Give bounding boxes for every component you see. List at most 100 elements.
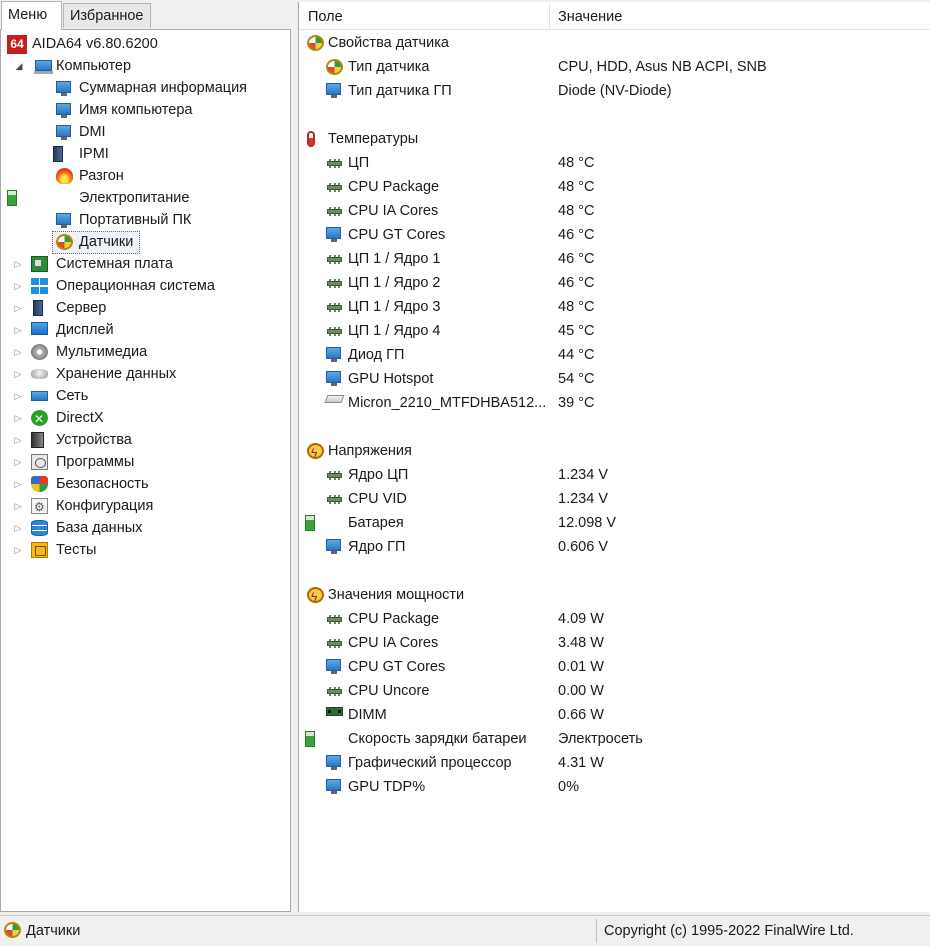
sensor-row[interactable]: DIMM 0.66 W [299, 703, 930, 727]
tree-item-label: DMI [79, 124, 106, 140]
sensor-row[interactable]: CPU Package 48 °C [299, 175, 930, 199]
sensor-row[interactable]: CPU VID 1.234 V [299, 487, 930, 511]
sensor-field: ЦП 1 / Ядро 1 [348, 251, 441, 267]
tree-item-label: Компьютер [56, 58, 132, 74]
sensor-row[interactable]: Диод ГП 44 °C [299, 343, 930, 367]
windows-icon [31, 278, 48, 294]
network-icon [31, 391, 48, 401]
battery-icon [305, 731, 315, 747]
column-header-value[interactable]: Значение [558, 9, 622, 25]
section-header-sensor-props[interactable]: Свойства датчика [299, 31, 930, 55]
config-icon [31, 496, 48, 518]
sensor-row[interactable]: CPU Uncore 0.00 W [299, 679, 930, 703]
sensor-field: Ядро ГП [348, 539, 406, 555]
ssd-icon [324, 395, 345, 403]
collapsed-arrow-icon[interactable]: ▷ [13, 407, 23, 429]
sensor-row[interactable]: Ядро ЦП 1.234 V [299, 463, 930, 487]
column-header-field[interactable]: Поле [308, 9, 343, 25]
cpu-icon [326, 179, 343, 195]
tree-item-label: Системная плата [56, 256, 173, 272]
sensor-value: 44 °C [558, 347, 595, 363]
gpu-icon [326, 371, 341, 386]
sensor-row[interactable]: GPU Hotspot 54 °C [299, 367, 930, 391]
tree-item-label: Сеть [56, 388, 89, 404]
sensor-field: Батарея [348, 515, 404, 531]
expanded-arrow-icon[interactable]: ◢ [14, 55, 24, 77]
sensor-field: Скорость зарядки батареи [348, 731, 527, 747]
navigation-tree: 64 AIDA64 v6.80.6200 ◢ Компьютер Суммарн… [0, 29, 291, 912]
devices-icon [31, 432, 44, 448]
collapsed-arrow-icon[interactable]: ▷ [13, 319, 23, 341]
section-header-voltages[interactable]: Напряжения [299, 439, 930, 465]
sensor-field: CPU Package [348, 179, 440, 195]
battery-icon [305, 515, 315, 531]
sensor-row[interactable]: ЦП 1 / Ядро 3 48 °C [299, 295, 930, 319]
sensor-row[interactable]: Тип датчика CPU, HDD, Asus NB ACPI, SNB [299, 55, 930, 79]
sensor-field: Ядро ЦП [348, 467, 409, 483]
collapsed-arrow-icon[interactable]: ▷ [13, 451, 23, 473]
tree-item-label: Хранение данных [56, 366, 177, 382]
collapsed-arrow-icon[interactable]: ▷ [13, 385, 23, 407]
tests-icon [31, 542, 48, 558]
sensor-row[interactable]: CPU Package 4.09 W [299, 607, 930, 631]
cpu-icon [326, 299, 343, 315]
collapsed-arrow-icon[interactable]: ▷ [13, 495, 23, 517]
sensor-row[interactable]: GPU TDP% 0% [299, 775, 930, 799]
status-copyright: Copyright (c) 1995-2022 FinalWire Ltd. [604, 923, 854, 939]
cpu-icon [326, 491, 343, 507]
collapsed-arrow-icon[interactable]: ▷ [13, 429, 23, 451]
tree-item-label: Операционная система [56, 278, 215, 294]
sensor-row[interactable]: ЦП 1 / Ядро 1 46 °C [299, 247, 930, 271]
sensor-row[interactable]: Micron_2210_MTFDHBA512... 39 °C [299, 391, 930, 415]
sensor-field: Диод ГП [348, 347, 405, 363]
sensor-row[interactable]: ЦП 1 / Ядро 2 46 °C [299, 271, 930, 295]
sensor-value: 1.234 V [558, 467, 608, 483]
sensor-row[interactable]: CPU GT Cores 46 °C [299, 223, 930, 247]
sensor-field: GPU TDP% [348, 779, 426, 795]
sensor-field: CPU VID [348, 491, 407, 507]
section-header-temperatures[interactable]: Температуры [299, 127, 930, 151]
gpu-icon [326, 779, 341, 794]
sensor-field: CPU Uncore [348, 683, 430, 699]
gpu-icon [326, 227, 341, 242]
multimedia-icon [31, 344, 48, 360]
cpu-icon [326, 323, 343, 339]
gpu-icon [326, 755, 341, 770]
monitor-icon [56, 81, 71, 96]
tab-favorites[interactable]: Избранное [63, 3, 151, 28]
sensor-value: 0.00 W [558, 683, 604, 699]
collapsed-arrow-icon[interactable]: ▷ [13, 253, 23, 275]
left-tabs: Меню Избранное [0, 0, 296, 30]
cpu-icon [326, 635, 343, 651]
cpu-icon [326, 275, 343, 291]
sensor-row[interactable]: CPU IA Cores 3.48 W [299, 631, 930, 655]
aida64-logo-icon: 64 [7, 35, 27, 54]
sensor-row[interactable]: CPU IA Cores 48 °C [299, 199, 930, 223]
column-divider[interactable] [549, 4, 550, 29]
sensor-value: 0.66 W [558, 707, 604, 723]
collapsed-arrow-icon[interactable]: ▷ [13, 363, 23, 385]
tree-item-label: Программы [56, 454, 135, 470]
sensor-row[interactable]: Скорость зарядки батареи Электросеть [299, 727, 930, 751]
sensor-row[interactable]: CPU GT Cores 0.01 W [299, 655, 930, 679]
tab-menu[interactable]: Меню [1, 1, 62, 30]
collapsed-arrow-icon[interactable]: ▷ [13, 341, 23, 363]
cpu-icon [326, 203, 343, 219]
collapsed-arrow-icon[interactable]: ▷ [13, 275, 23, 297]
section-header-power[interactable]: Значения мощности [299, 583, 930, 609]
sensor-row[interactable]: ЦП 1 / Ядро 4 45 °C [299, 319, 930, 343]
collapsed-arrow-icon[interactable]: ▷ [13, 517, 23, 539]
collapsed-arrow-icon[interactable]: ▷ [13, 473, 23, 495]
sensor-row[interactable]: Тип датчика ГП Diode (NV-Diode) [299, 79, 930, 103]
sensor-field: Тип датчика ГП [348, 83, 452, 99]
collapsed-arrow-icon[interactable]: ▷ [13, 297, 23, 319]
tree-item-label: Суммарная информация [79, 80, 248, 96]
tree-item-label: Разгон [79, 168, 124, 184]
sensor-row[interactable]: Батарея 12.098 V [299, 511, 930, 535]
status-left: Датчики [2, 919, 597, 943]
collapsed-arrow-icon[interactable]: ▷ [13, 539, 23, 561]
sensor-field: Графический процессор [348, 755, 512, 771]
sensor-row[interactable]: Ядро ГП 0.606 V [299, 535, 930, 559]
sensor-row[interactable]: ЦП 48 °C [299, 151, 930, 175]
sensor-row[interactable]: Графический процессор 4.31 W [299, 751, 930, 775]
